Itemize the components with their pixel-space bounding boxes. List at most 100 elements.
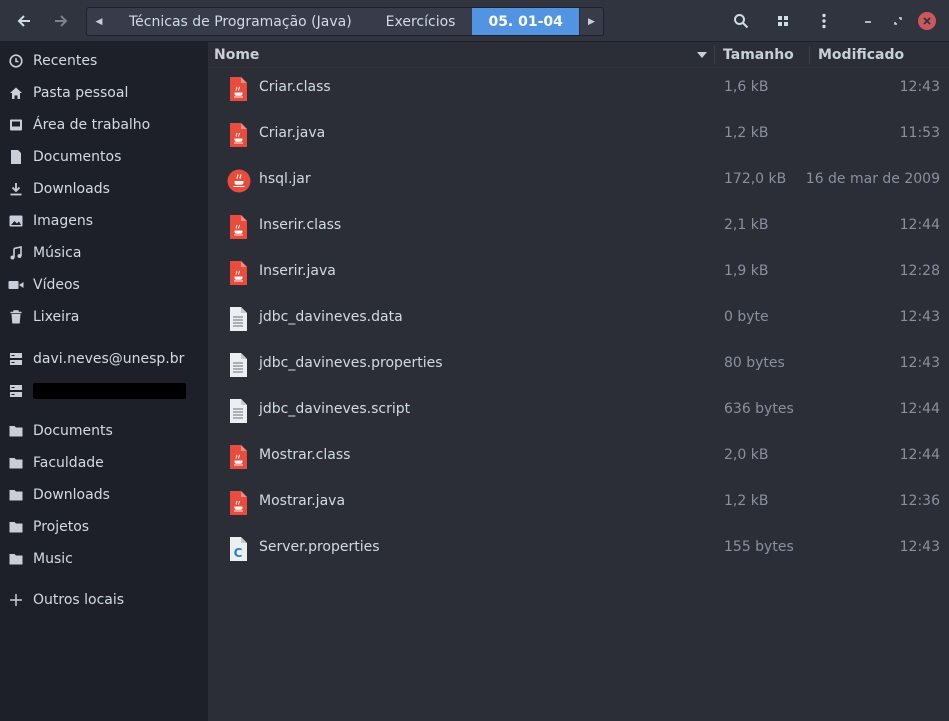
sidebar-item-videos[interactable]: Vídeos <box>0 270 208 300</box>
svg-text:C: C <box>234 546 243 560</box>
document-icon <box>8 149 24 165</box>
file-row[interactable]: jdbc_davineves.data 0 byte 12:43 <box>208 296 949 342</box>
sidebar-item-label: Vídeos <box>33 277 80 293</box>
breadcrumb-current[interactable]: 05. 01-04 <box>472 8 579 35</box>
home-icon <box>8 85 24 101</box>
sidebar-item-home[interactable]: Pasta pessoal <box>0 78 208 108</box>
file-modified: 11:53 <box>899 125 940 141</box>
sidebar-item-outros-locais[interactable]: Outros locais <box>0 585 208 615</box>
sidebar-item-music[interactable]: Music <box>0 544 208 574</box>
path-scroll-left-button[interactable]: ◀ <box>87 8 111 35</box>
file-row[interactable]: Mostrar.class 2,0 kB 12:44 <box>208 434 949 480</box>
image-icon <box>8 213 24 229</box>
arrow-right-icon <box>55 15 68 27</box>
music-icon <box>8 245 24 261</box>
header-bar: ◀ Técnicas de Programação (Java) Exercíc… <box>0 0 949 42</box>
sidebar-item-downloads-folder[interactable]: Downloads <box>0 480 208 510</box>
sidebar-item-label: Música <box>33 245 82 261</box>
file-modified: 12:43 <box>899 539 940 555</box>
sidebar-item-documents[interactable]: Documents <box>0 416 208 446</box>
sidebar-item-imagens[interactable]: Imagens <box>0 206 208 236</box>
sidebar-item-network-drive[interactable]: davi.neves@unesp.br <box>0 344 208 374</box>
sidebar-item-label: Pasta pessoal <box>33 85 129 101</box>
column-separator[interactable] <box>714 46 715 64</box>
file-size: 80 bytes <box>724 355 785 371</box>
java-archive-icon <box>227 169 251 193</box>
file-name: Inserir.class <box>259 217 342 233</box>
file-name: Criar.class <box>259 79 331 95</box>
search-button[interactable] <box>726 6 756 36</box>
plus-icon <box>8 592 24 608</box>
file-modified: 16 de mar de 2009 <box>805 171 940 187</box>
kebab-menu-icon <box>822 13 826 29</box>
sidebar-item-lixeira[interactable]: Lixeira <box>0 302 208 332</box>
trash-icon <box>8 309 24 325</box>
file-row[interactable]: Criar.java 1,2 kB 11:53 <box>208 112 949 158</box>
sidebar-item-documentos[interactable]: Documentos <box>0 142 208 172</box>
column-headers: Nome Tamanho Modificado <box>208 42 949 68</box>
sidebar-item-label: Faculdade <box>33 455 104 471</box>
file-modified: 12:44 <box>899 217 940 233</box>
sidebar-item-label: Lixeira <box>33 309 80 325</box>
sidebar-item-musica[interactable]: Música <box>0 238 208 268</box>
sidebar-item-label: Recentes <box>33 53 98 69</box>
sidebar: Recentes Pasta pessoal Área de trabalho … <box>0 42 208 721</box>
column-header-size[interactable]: Tamanho <box>723 47 794 63</box>
java-file-icon <box>227 77 249 101</box>
file-row[interactable]: hsql.jar 172,0 kB 16 de mar de 2009 <box>208 158 949 204</box>
file-modified: 12:43 <box>899 309 940 325</box>
maximize-button[interactable] <box>883 6 913 36</box>
sidebar-item-label: Outros locais <box>33 592 125 608</box>
breadcrumb-item[interactable]: Exercícios <box>369 8 473 35</box>
sidebar-item-downloads[interactable]: Downloads <box>0 174 208 204</box>
text-file-icon <box>227 399 249 423</box>
forward-button[interactable] <box>46 6 76 36</box>
file-modified: 12:28 <box>899 263 940 279</box>
download-icon <box>8 181 24 197</box>
file-size: 1,9 kB <box>724 263 769 279</box>
file-size: 1,6 kB <box>724 79 769 95</box>
folder-icon <box>8 519 24 535</box>
file-row[interactable]: Criar.class 1,6 kB 12:43 <box>208 66 949 112</box>
file-row[interactable]: C Server.properties 155 bytes 12:43 <box>208 526 949 572</box>
path-scroll-right-button[interactable]: ▶ <box>578 8 603 35</box>
file-size: 1,2 kB <box>724 125 769 141</box>
maximize-icon <box>894 17 902 25</box>
file-row[interactable]: jdbc_davineves.script 636 bytes 12:44 <box>208 388 949 434</box>
folder-icon <box>8 423 24 439</box>
back-button[interactable] <box>9 6 39 36</box>
file-row[interactable]: jdbc_davineves.properties 80 bytes 12:43 <box>208 342 949 388</box>
column-separator[interactable] <box>809 46 810 64</box>
minimize-button[interactable] <box>853 6 883 36</box>
view-toggle-button[interactable] <box>768 6 798 36</box>
path-bar: ◀ Técnicas de Programação (Java) Exercíc… <box>86 7 604 36</box>
file-size: 155 bytes <box>724 539 794 555</box>
close-button[interactable] <box>918 12 936 30</box>
folder-icon <box>8 551 24 567</box>
file-name: jdbc_davineves.properties <box>259 355 443 371</box>
file-row[interactable]: Mostrar.java 1,2 kB 12:36 <box>208 480 949 526</box>
network-drive-icon <box>8 351 24 367</box>
sidebar-item-faculdade[interactable]: Faculdade <box>0 448 208 478</box>
sidebar-item-label: Documentos <box>33 149 122 165</box>
sort-descending-icon <box>697 52 707 58</box>
file-size: 1,2 kB <box>724 493 769 509</box>
sidebar-item-label: Área de trabalho <box>33 117 151 133</box>
breadcrumb-item[interactable]: Técnicas de Programação (Java) <box>111 8 369 35</box>
column-header-name[interactable]: Nome <box>214 47 259 63</box>
file-row[interactable]: Inserir.class 2,1 kB 12:44 <box>208 204 949 250</box>
column-header-modified[interactable]: Modificado <box>818 47 904 63</box>
sidebar-item-desktop[interactable]: Área de trabalho <box>0 110 208 140</box>
file-size: 0 byte <box>724 309 769 325</box>
file-row[interactable]: Inserir.java 1,9 kB 12:28 <box>208 250 949 296</box>
file-size: 172,0 kB <box>724 171 787 187</box>
sidebar-item-projetos[interactable]: Projetos <box>0 512 208 542</box>
sidebar-item-recentes[interactable]: Recentes <box>0 46 208 76</box>
network-drive-icon <box>8 383 24 399</box>
text-file-icon <box>227 353 249 377</box>
clock-icon <box>8 53 24 69</box>
file-modified: 12:44 <box>899 401 940 417</box>
menu-button[interactable] <box>809 6 839 36</box>
close-icon <box>923 17 931 25</box>
triangle-left-icon: ◀ <box>95 16 103 27</box>
